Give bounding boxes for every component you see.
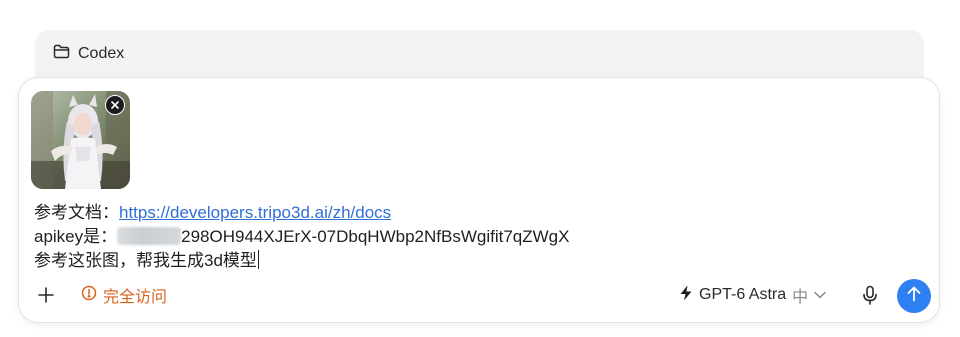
model-name: GPT-6 Astra [699, 286, 787, 303]
chevron-down-icon [814, 286, 826, 304]
message-line-3: 参考这张图，帮我生成3d模型 [34, 249, 914, 273]
effort-label: 中 [792, 289, 809, 306]
text-caret [257, 250, 259, 269]
apikey-value: 298OH944XJErX-07DbqHWbp2NfBsWgifit7qZWgX [181, 227, 570, 246]
project-selector[interactable]: Codex [53, 44, 124, 64]
message-line-1: 参考文档：https://developers.tripo3d.ai/zh/do… [34, 201, 914, 225]
project-name: Codex [78, 45, 125, 62]
prompt-text: 参考这张图，帮我生成3d模型 [34, 251, 257, 270]
folder-icon [53, 44, 70, 64]
voice-input-button[interactable] [859, 284, 881, 306]
add-attachment-button[interactable] [36, 285, 56, 305]
message-line-2: apikey是： 298OH944XJErX-07DbqHWbp2NfBsWgif… [34, 225, 914, 249]
lightning-icon [679, 285, 693, 306]
plus-icon [36, 287, 56, 309]
composer-toolbar: 完全访问 GPT-6 Astra 中 [19, 278, 941, 318]
composer: 参考文档：https://developers.tripo3d.ai/zh/do… [18, 77, 940, 323]
apikey-label: apikey是： [34, 227, 118, 246]
microphone-icon [859, 285, 881, 310]
message-input[interactable]: 参考文档：https://developers.tripo3d.ai/zh/do… [34, 201, 914, 273]
redacted-segment [117, 227, 182, 245]
doc-label: 参考文档： [34, 203, 119, 222]
access-mode-button[interactable]: 完全访问 [81, 285, 168, 306]
remove-attachment-button[interactable] [105, 95, 125, 115]
docs-link[interactable]: https://developers.tripo3d.ai/zh/docs [119, 203, 391, 222]
model-selector[interactable]: GPT-6 Astra 中 [679, 284, 826, 306]
alert-circle-icon [81, 285, 97, 306]
send-button[interactable] [897, 279, 931, 313]
access-label: 完全访问 [103, 289, 168, 306]
close-icon [111, 96, 119, 114]
arrow-up-icon [907, 286, 921, 307]
